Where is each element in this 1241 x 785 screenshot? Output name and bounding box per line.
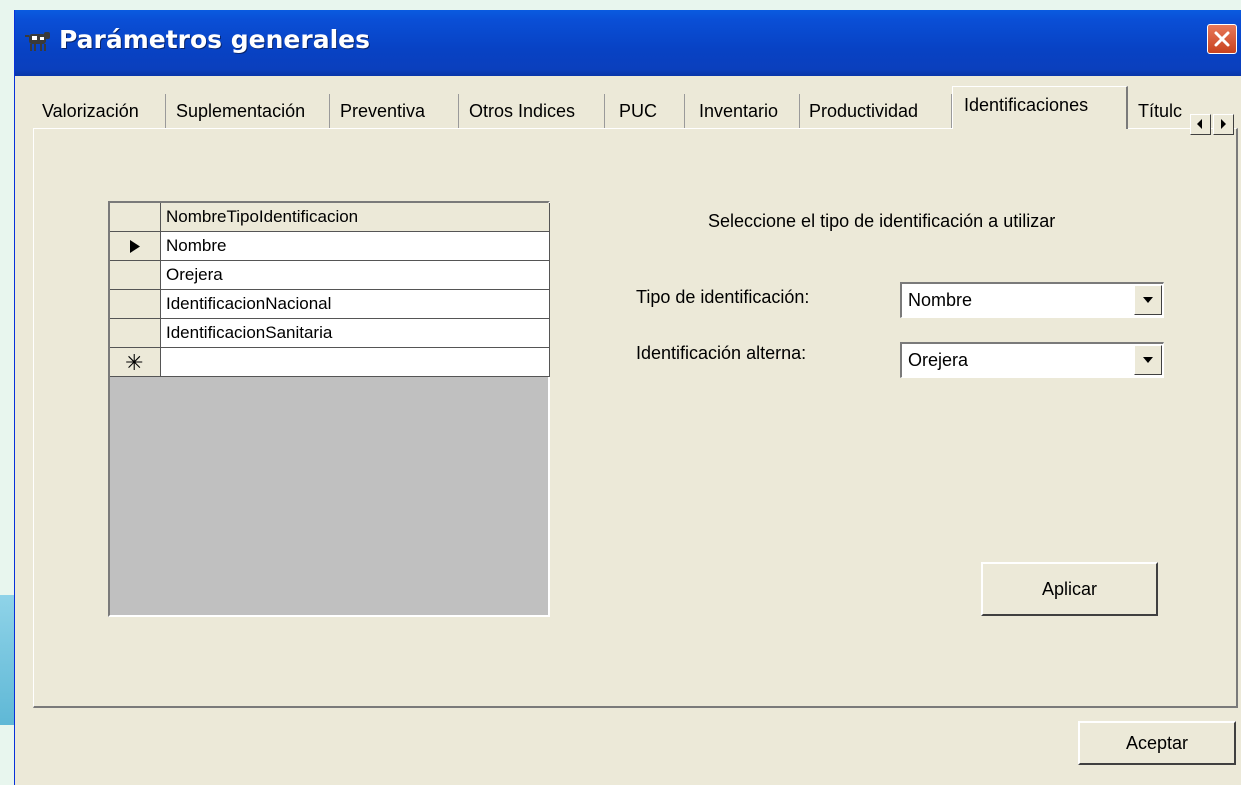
tab-strip: Valorización Suplementación Preventiva O… <box>33 86 1238 135</box>
dialog-window: Parámetros generales Valorización Suplem… <box>14 10 1241 785</box>
table-row[interactable]: Nombre <box>110 232 550 261</box>
scroll-left-icon <box>1197 119 1202 129</box>
row-selector[interactable]: ✳ <box>110 348 161 377</box>
grid-corner-cell[interactable] <box>110 203 161 232</box>
table-cell[interactable]: Nombre <box>161 232 550 261</box>
tab-label: Preventiva <box>340 101 426 121</box>
table-cell[interactable]: Orejera <box>161 261 550 290</box>
row-pointer-icon <box>130 240 140 253</box>
apply-button-label: Aplicar <box>1041 579 1098 599</box>
tab-label: Valorización <box>42 101 139 121</box>
row-selector[interactable] <box>110 232 161 261</box>
identificacion-alterna-select[interactable]: Orejera <box>900 342 1164 378</box>
identification-types-grid[interactable]: NombreTipoIdentificacion Nombre Orejera … <box>108 201 550 617</box>
row-selector[interactable] <box>110 261 161 290</box>
tab-label: Identificaciones <box>964 95 1089 115</box>
tab-label: Productividad <box>809 101 919 121</box>
tab-scroll-right-button[interactable] <box>1213 114 1234 135</box>
tipo-identificacion-dropdown-button[interactable] <box>1134 285 1162 315</box>
tab-puc[interactable]: PUC <box>605 94 685 128</box>
table-cell[interactable]: IdentificacionNacional <box>161 290 550 319</box>
close-icon <box>1214 31 1230 47</box>
tab-inventario[interactable]: Inventario <box>685 94 800 128</box>
tab-scroll-left-button[interactable] <box>1190 114 1211 135</box>
row-selector[interactable] <box>110 319 161 348</box>
tab-suplementacion[interactable]: Suplementación <box>166 94 330 128</box>
new-row[interactable]: ✳ <box>110 348 550 377</box>
tab-titulos[interactable]: Títulc <box>1128 94 1188 128</box>
close-button[interactable] <box>1207 24 1237 54</box>
tab-label: Títulc <box>1138 101 1183 121</box>
tab-otros-indices[interactable]: Otros Indices <box>459 94 605 128</box>
tab-valorizacion[interactable]: Valorización <box>33 94 166 128</box>
grid-header-row: NombreTipoIdentificacion <box>110 203 550 232</box>
tab-label: Otros Indices <box>469 101 576 121</box>
chevron-down-icon <box>1143 297 1153 303</box>
scroll-right-icon <box>1221 119 1226 129</box>
identificacion-alterna-value: Orejera <box>908 350 969 370</box>
desktop-background-strip <box>0 595 14 725</box>
tab-label: Suplementación <box>176 101 306 121</box>
new-row-icon: ✳ <box>125 350 144 375</box>
chevron-down-icon <box>1143 357 1153 363</box>
table-cell[interactable]: IdentificacionSanitaria <box>161 319 550 348</box>
row-selector[interactable] <box>110 290 161 319</box>
tipo-identificacion-value: Nombre <box>908 290 973 310</box>
tab-panel-identificaciones: NombreTipoIdentificacion Nombre Orejera … <box>33 128 1238 708</box>
tab-identificaciones[interactable]: Identificaciones <box>952 86 1128 129</box>
new-row-cell[interactable] <box>161 348 550 377</box>
table-row[interactable]: IdentificacionSanitaria <box>110 319 550 348</box>
identificacion-alterna-label: Identificación alterna: <box>636 343 807 363</box>
accept-button-label: Aceptar <box>1125 733 1189 753</box>
tab-label: PUC <box>619 101 658 121</box>
title-bar[interactable]: Parámetros generales <box>15 10 1241 76</box>
apply-button[interactable]: Aplicar <box>981 562 1158 616</box>
window-title: Parámetros generales <box>59 25 370 54</box>
table-row[interactable]: Orejera <box>110 261 550 290</box>
accept-button[interactable]: Aceptar <box>1078 721 1236 765</box>
tipo-identificacion-label: Tipo de identificación: <box>636 287 810 307</box>
instruction-text: Seleccione el tipo de identificación a u… <box>708 211 1056 231</box>
tipo-identificacion-select[interactable]: Nombre <box>900 282 1164 318</box>
tab-label: Inventario <box>699 101 779 121</box>
tab-preventiva[interactable]: Preventiva <box>330 94 459 128</box>
cow-icon <box>25 32 50 51</box>
column-header-nombre-tipo[interactable]: NombreTipoIdentificacion <box>161 203 550 232</box>
identificacion-alterna-dropdown-button[interactable] <box>1134 345 1162 375</box>
table-row[interactable]: IdentificacionNacional <box>110 290 550 319</box>
tab-productividad[interactable]: Productividad <box>800 94 952 128</box>
